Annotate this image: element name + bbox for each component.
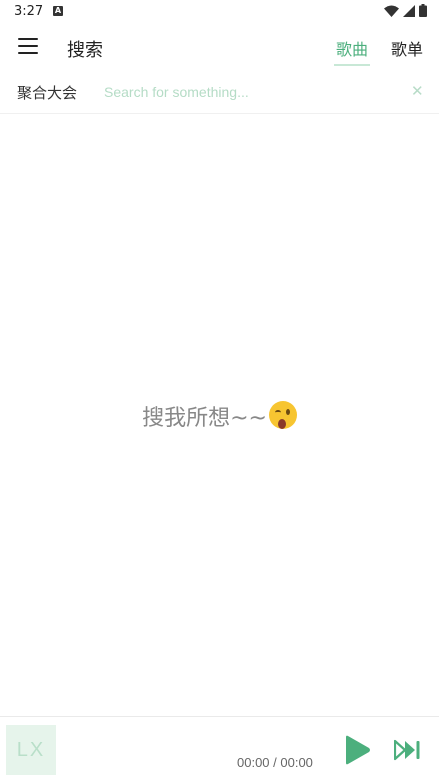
close-icon[interactable]: ✕ [411,82,424,100]
skip-next-icon[interactable] [394,739,422,761]
play-icon[interactable] [343,735,371,765]
status-icons [384,4,427,17]
app-toolbar: 搜索 歌曲 歌单 [0,24,439,70]
status-bar: 3:27 A [0,0,439,24]
tab-songs[interactable]: 歌曲 [333,36,371,66]
empty-state-message: 搜我所想~~ [0,400,439,432]
notification-badge-icon: A [53,6,63,16]
source-selector[interactable]: 聚合大会 [17,82,77,103]
hamburger-menu-icon[interactable] [18,38,38,56]
wifi-icon [384,5,399,17]
search-bar: 聚合大会 ✕ [0,72,439,114]
playback-time: 00:00 / 00:00 [237,755,313,770]
battery-icon [419,4,427,17]
empty-state-text: 搜我所想~~ [142,406,267,431]
player-bar: LX 00:00 / 00:00 [0,716,439,780]
tab-playlists[interactable]: 歌单 [391,36,423,60]
page-title: 搜索 [67,40,103,61]
status-time: 3:27 [14,4,44,19]
album-cover[interactable]: LX [6,725,56,775]
signal-icon [403,4,415,17]
search-input[interactable] [104,80,394,104]
winking-face-emoji-icon [268,401,297,429]
